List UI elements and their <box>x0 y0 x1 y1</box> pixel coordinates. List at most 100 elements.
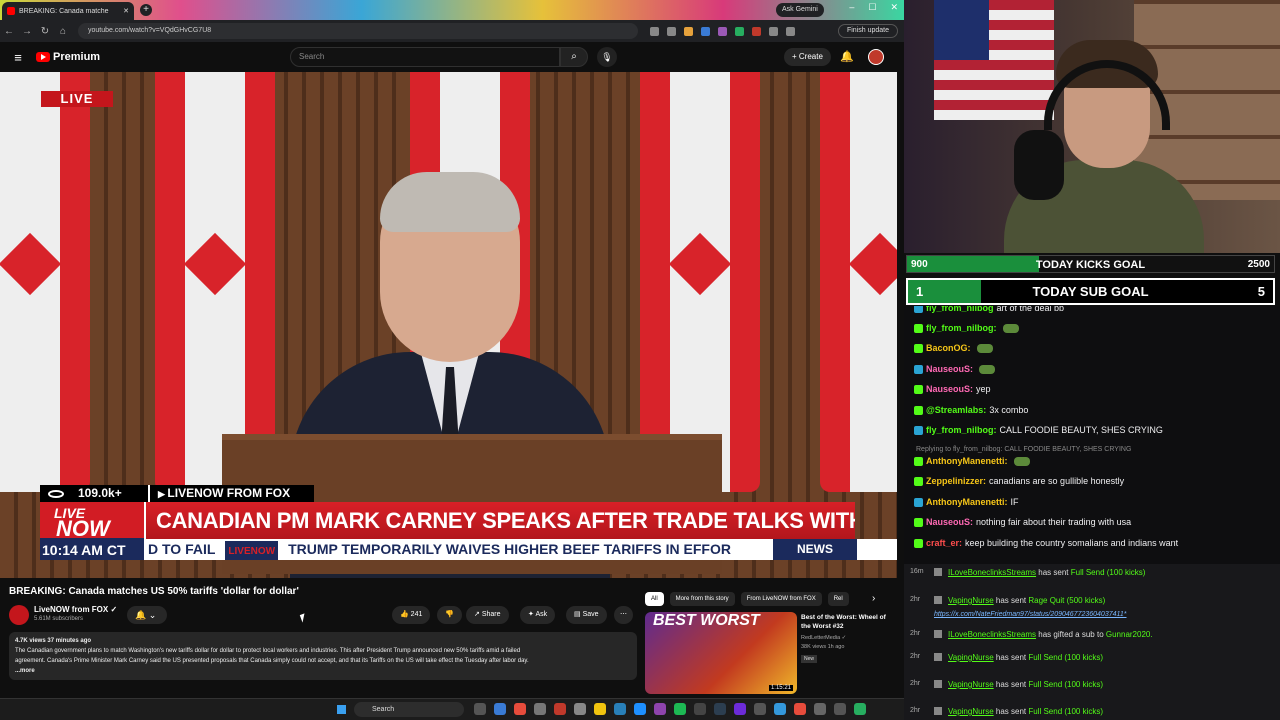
forward-arrow-icon[interactable]: → <box>18 26 36 37</box>
file-explorer-icon[interactable] <box>594 703 606 715</box>
mouse-cursor <box>299 613 308 623</box>
chip-more-from-story[interactable]: More from this story <box>669 592 735 606</box>
extension-icon[interactable] <box>701 26 710 36</box>
channel-name[interactable]: LiveNOW from FOX ✓ <box>34 605 117 614</box>
create-button[interactable]: + Create <box>784 48 831 66</box>
bookmark-star-icon[interactable] <box>667 26 676 36</box>
puzzle-icon[interactable] <box>769 26 778 36</box>
app-icon[interactable] <box>614 703 626 715</box>
save-button[interactable]: ▤ Save <box>566 606 607 624</box>
channel-avatar[interactable] <box>9 605 29 625</box>
app-icon[interactable] <box>494 703 506 715</box>
youtube-logo[interactable]: Premium <box>36 51 100 63</box>
app-icon[interactable] <box>574 703 586 715</box>
close-tab-icon[interactable]: ✕ <box>123 7 129 15</box>
badge-icon <box>914 405 923 415</box>
install-icon[interactable] <box>650 26 659 36</box>
minimize-icon[interactable]: – <box>849 2 854 13</box>
task-view-icon[interactable] <box>474 703 486 715</box>
maximize-icon[interactable]: ☐ <box>868 2 876 13</box>
chat-text: yep <box>976 384 991 394</box>
event-username[interactable]: VapingNurse <box>948 680 994 689</box>
notifications-bell-icon[interactable]: 🔔 <box>840 50 854 63</box>
chat-username[interactable]: AnthonyManenetti: <box>926 456 1008 466</box>
app-icon[interactable] <box>554 703 566 715</box>
chat-username[interactable]: fly_from_nilbog <box>926 306 994 313</box>
finish-update-button[interactable]: Finish update <box>837 24 898 38</box>
reload-icon[interactable]: ↻ <box>36 26 54 37</box>
subscribe-bell-button[interactable]: 🔔 ⌄ <box>127 606 167 624</box>
app-icon[interactable] <box>714 703 726 715</box>
app-icon[interactable] <box>814 703 826 715</box>
extension-icon[interactable] <box>718 26 727 36</box>
event-username[interactable]: ILoveBoneclinksStreams <box>948 568 1036 577</box>
like-button[interactable]: 👍 241 <box>392 606 431 624</box>
chat-username[interactable]: craft_er: <box>926 538 962 548</box>
share-button[interactable]: ↗ Share <box>466 606 509 624</box>
spotify-icon[interactable] <box>674 703 686 715</box>
url-field[interactable]: youtube.com/watch?v=VQdGHvCG7U8 <box>78 23 638 39</box>
search-input[interactable]: Search <box>290 47 560 67</box>
back-arrow-icon[interactable]: ← <box>0 26 18 37</box>
chat-username[interactable]: fly_from_nilbog: <box>926 425 997 435</box>
app-icon[interactable] <box>634 703 646 715</box>
event-link[interactable]: https://x.com/NateFriedman97/status/2090… <box>934 611 1127 618</box>
windows-start-icon[interactable] <box>336 704 347 715</box>
hamburger-menu-icon[interactable]: ≡ <box>0 50 36 65</box>
ask-button[interactable]: ✦ Ask <box>520 606 556 624</box>
profile-icon[interactable] <box>786 26 795 36</box>
close-window-icon[interactable]: ✕ <box>890 2 898 13</box>
app-icon[interactable] <box>834 703 846 715</box>
event-username[interactable]: VapingNurse <box>948 707 994 716</box>
search-icon[interactable]: ⌕ <box>560 47 588 67</box>
app-icon[interactable] <box>654 703 666 715</box>
new-tab-button[interactable]: + <box>140 4 152 16</box>
chat-username[interactable]: NauseouS: <box>926 517 973 527</box>
tab-youtube[interactable]: BREAKING: Canada matche ✕ <box>2 2 134 20</box>
ask-gemini-button[interactable]: Ask Gemini <box>776 3 824 17</box>
taskbar-search[interactable]: Search <box>354 702 464 717</box>
chrome-icon[interactable] <box>514 703 526 715</box>
chat-username[interactable]: AnthonyManenetti: <box>926 497 1008 507</box>
chat-username[interactable]: BaconOG: <box>926 343 971 353</box>
microphone-icon[interactable]: 🎙 <box>597 47 617 67</box>
dislike-button[interactable]: 👎 <box>437 606 462 624</box>
app-icon[interactable] <box>694 703 706 715</box>
more-actions-button[interactable]: ⋯ <box>614 606 633 624</box>
description-line: The Canadian government plans to match W… <box>15 648 521 654</box>
app-icon[interactable] <box>734 703 746 715</box>
extension-icon[interactable] <box>684 26 693 36</box>
extension-icon[interactable] <box>735 26 744 36</box>
show-more-link[interactable]: ...more <box>15 666 631 676</box>
related-channel[interactable]: RedLetterMedia ✓ <box>801 634 846 643</box>
kicks-goal-bar: 900 TODAY KICKS GOAL 2500 <box>906 255 1275 273</box>
chat-text: art of the deal bb <box>996 306 1065 313</box>
chat-username[interactable]: fly_from_nilbog: <box>926 323 997 333</box>
app-icon[interactable] <box>754 703 766 715</box>
kick-icon <box>934 680 942 688</box>
thumbnail-text: BEST WORST <box>653 612 760 630</box>
account-avatar[interactable] <box>868 49 884 65</box>
chevron-right-icon[interactable]: › <box>872 593 875 604</box>
chat-username[interactable]: NauseouS: <box>926 364 973 374</box>
app-icon[interactable] <box>794 703 806 715</box>
chat-username[interactable]: @Streamlabs: <box>926 405 986 415</box>
event-username[interactable]: VapingNurse <box>948 596 994 605</box>
chip-from-channel[interactable]: From LiveNOW from FOX <box>740 592 822 606</box>
chip-all[interactable]: All <box>645 592 664 606</box>
app-icon[interactable] <box>774 703 786 715</box>
event-username[interactable]: VapingNurse <box>948 653 994 662</box>
extension-icon[interactable] <box>752 26 761 36</box>
related-video-thumbnail[interactable]: BEST WORST 1:15:21 <box>645 612 797 694</box>
app-icon[interactable] <box>534 703 546 715</box>
related-video-title[interactable]: Best of the Worst: Wheel of the Worst #3… <box>801 613 897 631</box>
chip-related[interactable]: Rel <box>827 592 849 606</box>
event-text: VapingNurse has sent Full Send (100 kick… <box>948 707 1103 716</box>
app-icon[interactable] <box>854 703 866 715</box>
chat-username[interactable]: NauseouS: <box>926 384 973 394</box>
video-player[interactable]: LIVE 109.0k+ LIVENOW FROM FOX LIVE NOW 1… <box>0 72 897 578</box>
home-icon[interactable]: ⌂ <box>54 26 72 37</box>
chat-username[interactable]: Zeppelinizzer: <box>926 476 986 486</box>
description-box[interactable]: 4.7K views 37 minutes ago The Canadian g… <box>9 632 637 680</box>
event-username[interactable]: ILoveBoneclinksStreams <box>948 630 1036 639</box>
